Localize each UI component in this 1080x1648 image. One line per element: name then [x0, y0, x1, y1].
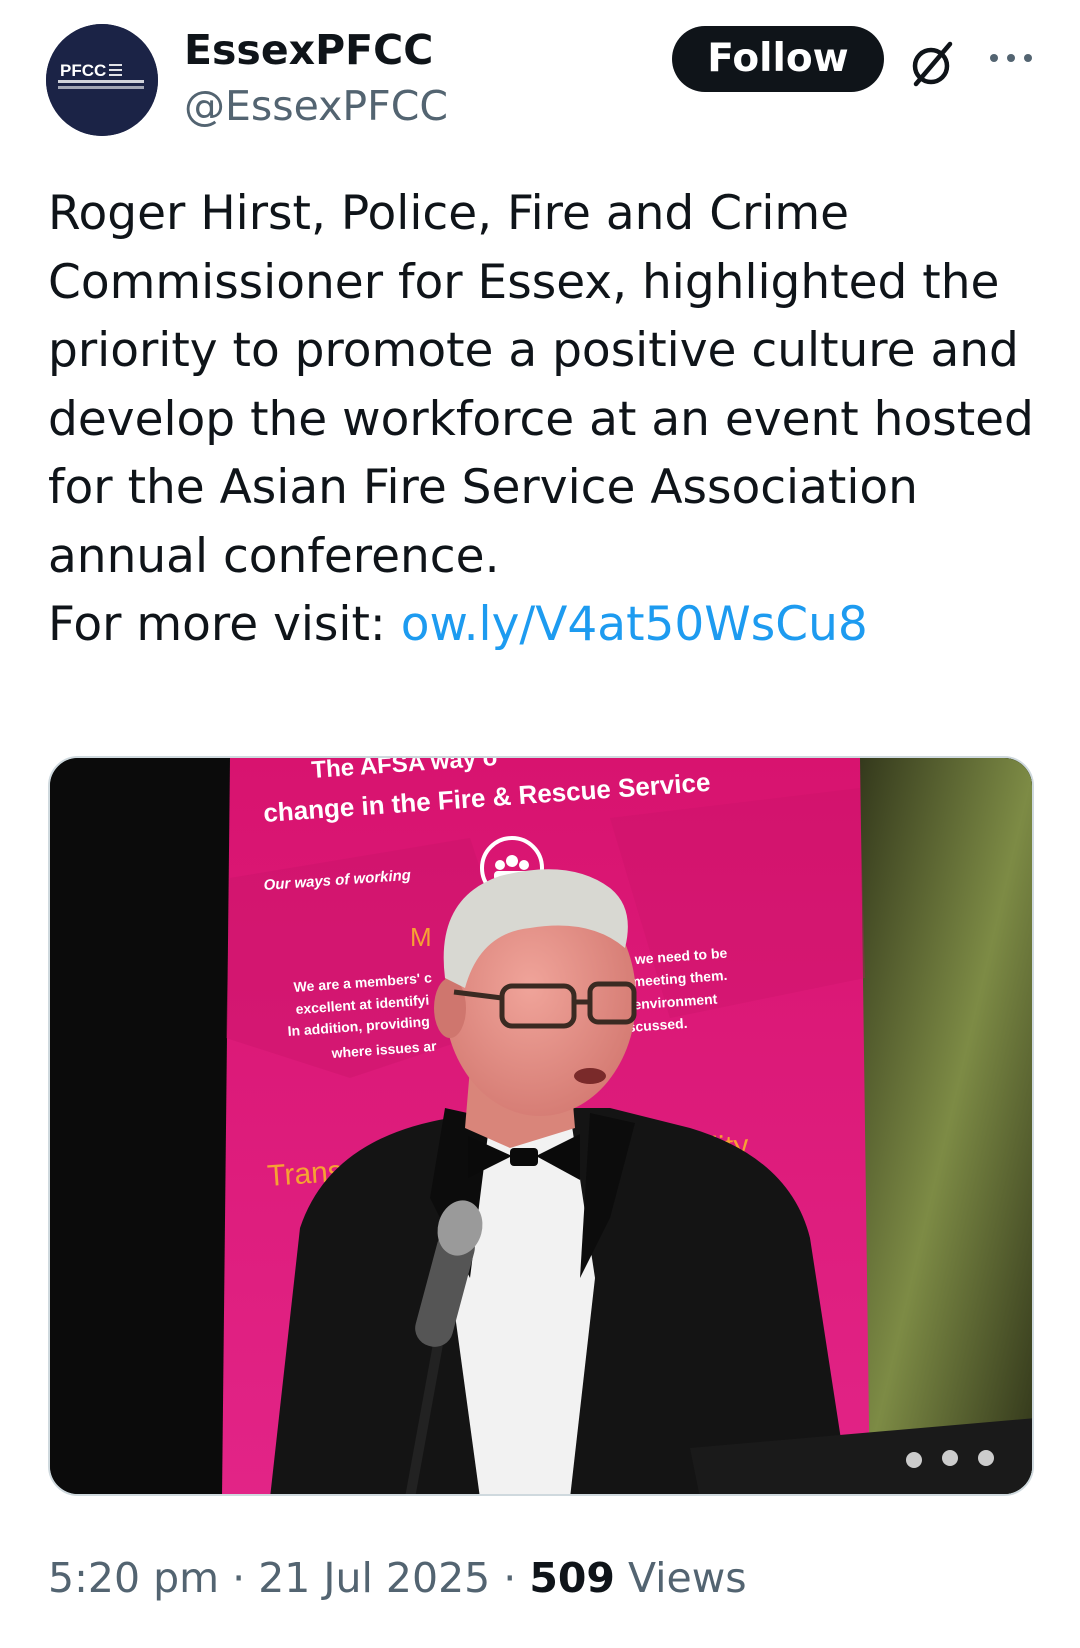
views-count[interactable]: 509	[529, 1554, 615, 1602]
avatar[interactable]: PFCC	[46, 24, 158, 136]
tweet-link[interactable]: ow.ly/V4at50WsCu8	[401, 597, 868, 652]
views-label: Views	[614, 1554, 747, 1602]
green-backdrop	[860, 758, 1032, 1494]
svg-text:M: M	[410, 922, 432, 952]
meta-separator-1: ·	[219, 1554, 259, 1602]
meta-separator-2: ·	[490, 1554, 530, 1602]
tweet-photo[interactable]: The AFSA way o change in the Fire & Resc…	[48, 756, 1034, 1496]
tweet-text: Roger Hirst, Police, Fire and Crime Comm…	[48, 180, 1038, 660]
more-prefix: For more visit:	[48, 597, 401, 652]
tweet-time[interactable]: 5:20 pm	[48, 1554, 219, 1602]
avatar-logo-text: PFCC	[60, 61, 106, 80]
tweet-body: Roger Hirst, Police, Fire and Crime Comm…	[48, 186, 1034, 584]
account-names: EssexPFCC @EssexPFCC	[184, 22, 448, 134]
more-icon[interactable]	[984, 40, 1038, 80]
account-handle[interactable]: @EssexPFCC	[184, 78, 448, 134]
follow-button[interactable]: Follow	[672, 26, 884, 92]
tweet-date[interactable]: 21 Jul 2025	[258, 1554, 490, 1602]
grok-icon[interactable]	[904, 36, 960, 92]
tweet-more-line: For more visit: ow.ly/V4at50WsCu8	[48, 591, 1038, 660]
tweet-meta: 5:20 pm · 21 Jul 2025 · 509 Views	[48, 1548, 747, 1608]
display-name[interactable]: EssexPFCC	[184, 22, 448, 78]
